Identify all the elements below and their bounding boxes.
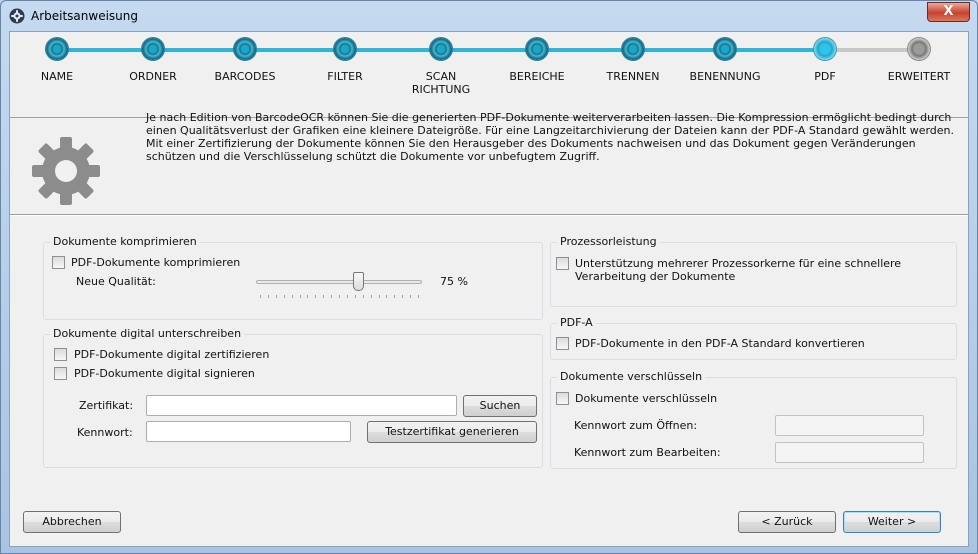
password-input[interactable] (146, 421, 351, 442)
search-button[interactable]: Suchen (463, 395, 537, 417)
compress-group-title: Dokumente komprimieren (50, 235, 200, 248)
back-button[interactable]: < Zurück (738, 511, 836, 533)
slider-tick (346, 295, 348, 298)
compress-checkbox-label: PDF-Dokumente komprimieren (71, 256, 241, 269)
multicore-label-line1: Unterstützung mehrerer Prozessorkerne fü… (575, 257, 902, 270)
step-indicator[interactable] (46, 38, 68, 60)
close-button[interactable]: X (927, 2, 970, 22)
sign-group-title: Dokumente digital unterschreiben (50, 327, 245, 340)
slider-tick (339, 295, 340, 298)
step-indicator[interactable] (622, 38, 644, 60)
slider-tick (291, 295, 293, 298)
sign-checkbox-label: PDF-Dokumente digital signieren (74, 367, 255, 380)
quality-label: Neue Qualität: (76, 275, 156, 288)
slider-tick (410, 295, 412, 298)
step-label: SCAN RICHTUNG (411, 70, 471, 96)
step-label: TRENNEN (606, 70, 660, 83)
step-indicator[interactable] (526, 38, 548, 60)
slider-tick (370, 295, 372, 298)
certificate-label: Zertifikat: (79, 399, 134, 412)
step-connector (537, 48, 633, 52)
cancel-button[interactable]: Abbrechen (23, 511, 121, 533)
step-connector (57, 48, 153, 52)
compress-checkbox[interactable] (52, 256, 65, 269)
slider-tick (323, 295, 325, 298)
slider-tick (386, 295, 388, 298)
encrypt-checkbox-label: Dokumente verschlüsseln (575, 392, 718, 405)
multicore-checkbox-label: Unterstützung mehrerer Prozessorkerne fü… (575, 257, 901, 283)
wizard-window: Arbeitsanweisung X NAME ORDNER BARCODES FIL… (0, 0, 978, 554)
slider-tick (354, 295, 356, 298)
step-label: FILTER (327, 70, 363, 83)
slider-tick (402, 295, 404, 298)
step-connector (245, 48, 345, 52)
step-indicator[interactable] (334, 38, 356, 60)
slider-tick (394, 295, 396, 298)
step-connector (153, 48, 245, 52)
title-bar[interactable]: Arbeitsanweisung X (1, 1, 977, 31)
step-indicator[interactable] (430, 38, 452, 60)
wizard-content: NAME ORDNER BARCODES FILTER SCAN RICHTUNG BER… (9, 31, 969, 547)
certify-checkbox-label: PDF-Dokumente digital zertifizieren (74, 348, 270, 361)
edit-password-label: Kennwort zum Bearbeiten: (574, 446, 721, 459)
step-indicator[interactable] (714, 38, 736, 60)
step-indicator[interactable] (814, 38, 836, 60)
slider-tick (315, 295, 317, 298)
certificate-input[interactable] (146, 395, 457, 416)
step-label: PDF (814, 70, 836, 83)
slider-tick (418, 295, 419, 298)
open-password-label: Kennwort zum Öffnen: (574, 419, 698, 432)
step-label: BEREICHE (509, 70, 565, 83)
pdfa-group-title: PDF-A (557, 316, 596, 329)
step-label: ERWEITERT (887, 70, 951, 83)
quality-slider-thumb[interactable] (352, 272, 364, 291)
quality-value: 75 % (440, 275, 468, 288)
gear-icon (32, 137, 100, 205)
encrypt-checkbox[interactable] (556, 392, 569, 405)
password-label: Kennwort: (77, 426, 133, 439)
step-indicator[interactable] (908, 38, 930, 60)
divider (10, 214, 968, 216)
slider-tick (267, 295, 269, 298)
step-indicator[interactable] (142, 38, 164, 60)
slider-tick (283, 295, 285, 298)
step-connector (345, 48, 441, 52)
pdfa-checkbox[interactable] (556, 337, 569, 350)
slider-tick (275, 295, 277, 298)
window-title: Arbeitsanweisung (31, 9, 139, 23)
slider-tick (260, 295, 261, 298)
quality-slider-track[interactable] (256, 280, 422, 284)
multicore-checkbox[interactable] (556, 257, 569, 270)
step-connector (725, 48, 825, 52)
step-connector (441, 48, 537, 52)
next-button[interactable]: Weiter > (843, 511, 941, 533)
sign-checkbox[interactable] (54, 367, 67, 380)
wizard-steps: NAME ORDNER BARCODES FILTER SCAN RICHTUNG BER… (10, 32, 968, 117)
cpu-group-title: Prozessorleistung (557, 235, 660, 248)
slider-tick (299, 295, 301, 298)
slider-tick (331, 295, 333, 298)
step-label: BARCODES (214, 70, 276, 83)
encrypt-group-title: Dokumente verschlüsseln (557, 370, 706, 383)
slider-tick (378, 295, 380, 298)
step-connector (633, 48, 725, 52)
step-label: ORDNER (129, 70, 177, 83)
open-password-input[interactable] (775, 415, 924, 436)
pdfa-checkbox-label: PDF-Dokumente in den PDF-A Standard konv… (575, 337, 865, 350)
multicore-label-line2: Verarbeitung der Dokumente (575, 270, 736, 283)
slider-tick (362, 295, 364, 298)
certify-checkbox[interactable] (54, 348, 67, 361)
step-label: BENENNUNG (689, 70, 761, 83)
step-label: NAME (40, 70, 74, 83)
step-indicator[interactable] (234, 38, 256, 60)
step-connector (825, 48, 919, 52)
app-gear-icon (9, 8, 25, 24)
edit-password-input[interactable] (775, 442, 924, 463)
slider-tick (307, 295, 309, 298)
info-text: Je nach Edition von BarcodeOCR können Si… (146, 111, 955, 163)
generate-test-certificate-button[interactable]: Testzertifikat generieren (367, 421, 537, 443)
